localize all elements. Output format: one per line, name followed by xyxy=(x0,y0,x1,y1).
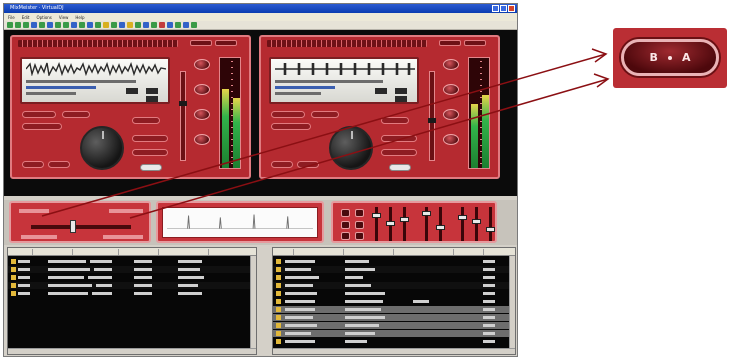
annotation-arrow-2 xyxy=(129,78,609,219)
annotation-arrow-1 xyxy=(41,53,607,217)
annotation-arrows xyxy=(41,48,610,219)
